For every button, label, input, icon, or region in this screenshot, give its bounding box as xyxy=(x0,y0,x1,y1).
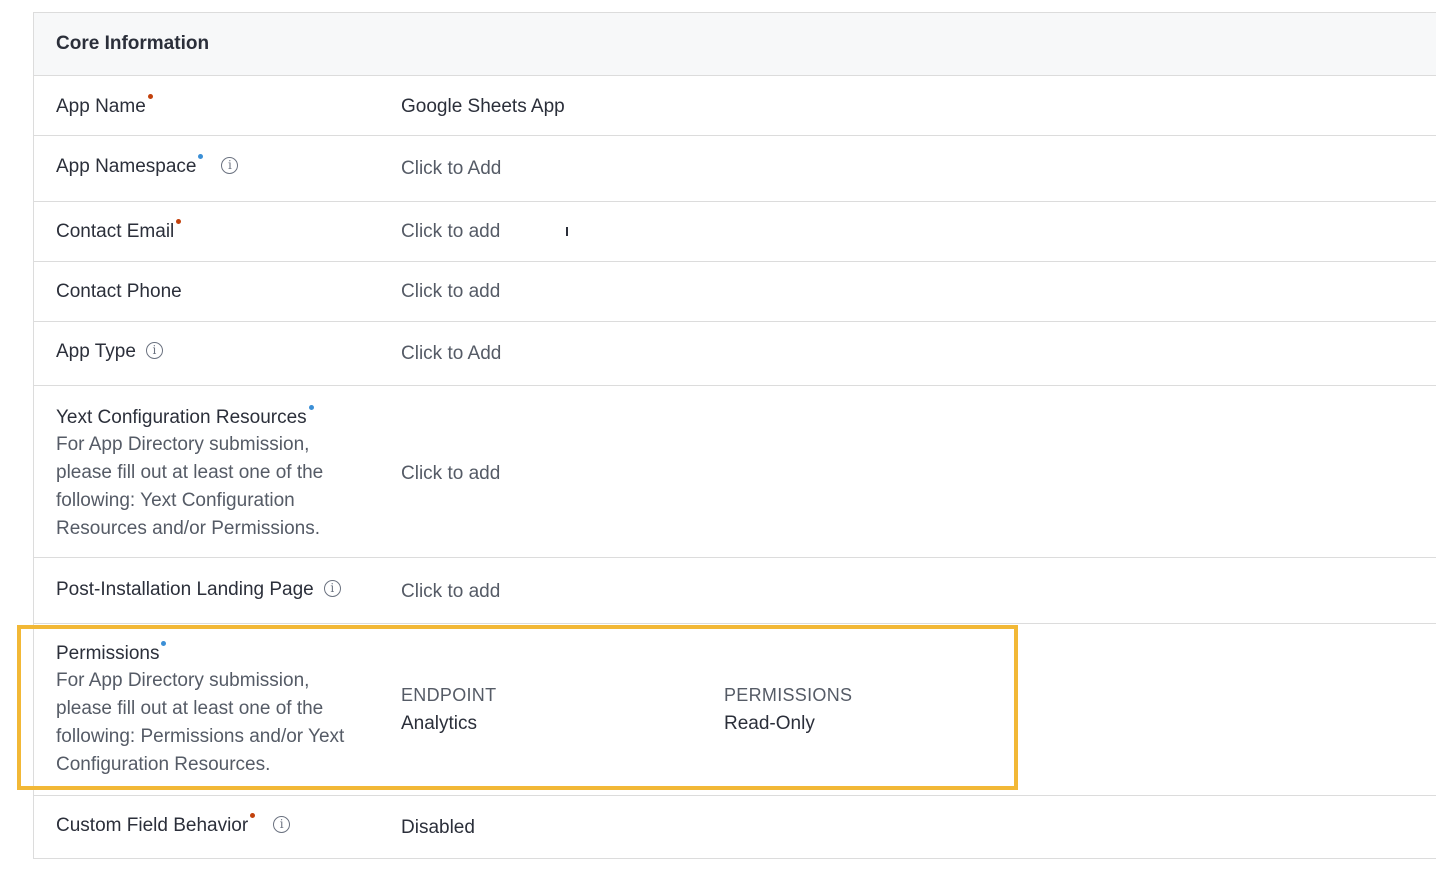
endpoint-value[interactable]: Analytics xyxy=(401,713,477,735)
info-icon[interactable]: i xyxy=(221,157,239,175)
info-icon[interactable]: i xyxy=(323,580,341,598)
row-permissions[interactable]: Permissions For App Directory submission… xyxy=(34,624,1436,796)
app-type-label: App Type i xyxy=(56,341,163,363)
info-icon[interactable]: i xyxy=(273,816,291,834)
app-type-value[interactable]: Click to Add xyxy=(401,343,501,365)
required-marker xyxy=(176,219,182,224)
row-app-namespace[interactable]: App Namespace i Click to Add xyxy=(34,136,1436,202)
required-marker xyxy=(147,94,153,99)
row-yext-configuration-resources[interactable]: Yext Configuration Resources For App Dir… xyxy=(34,386,1436,558)
landing-page-label: Post-Installation Landing Page i xyxy=(56,579,341,601)
row-app-type[interactable]: App Type i Click to Add xyxy=(34,322,1436,386)
row-post-installation-landing-page[interactable]: Post-Installation Landing Page i Click to… xyxy=(34,558,1436,624)
permission-value[interactable]: Read-Only xyxy=(724,713,815,735)
section-title: Core Information xyxy=(56,33,210,54)
yext-config-description: For App Directory submission, please fil… xyxy=(56,434,324,539)
row-contact-email[interactable]: Contact Email Click to add xyxy=(34,202,1436,262)
row-contact-phone[interactable]: Contact Phone Click to add xyxy=(34,262,1436,322)
info-icon[interactable]: i xyxy=(145,342,163,360)
required-marker xyxy=(250,813,256,818)
app-name-label: App Name xyxy=(56,94,153,118)
endpoint-column-header: ENDPOINT xyxy=(401,685,497,705)
contact-email-label: Contact Email xyxy=(56,219,182,243)
custom-field-label: Custom Field Behavior i xyxy=(56,813,291,837)
app-namespace-value[interactable]: Click to Add xyxy=(401,158,501,180)
yext-config-value[interactable]: Click to add xyxy=(401,463,500,485)
optional-marker xyxy=(308,405,314,410)
row-app-name[interactable]: App Name Google Sheets App xyxy=(34,76,1436,136)
custom-field-value[interactable]: Disabled xyxy=(401,817,475,839)
app-namespace-label: App Namespace i xyxy=(56,154,239,178)
core-information-panel: Core Information App Name Google Sheets … xyxy=(33,12,1436,859)
section-header: Core Information xyxy=(34,13,1436,76)
optional-marker xyxy=(161,641,167,646)
permissions-column-header: PERMISSIONS xyxy=(724,685,853,705)
contact-phone-value[interactable]: Click to add xyxy=(401,281,500,303)
app-name-value[interactable]: Google Sheets App xyxy=(401,96,565,118)
optional-marker xyxy=(198,154,204,159)
text-cursor xyxy=(566,227,569,237)
contact-phone-label: Contact Phone xyxy=(56,281,182,302)
yext-config-label: Yext Configuration Resources xyxy=(56,405,314,429)
permissions-label: Permissions xyxy=(56,641,167,665)
contact-email-value[interactable]: Click to add xyxy=(401,221,569,243)
permissions-description: For App Directory submission, please fil… xyxy=(56,670,345,775)
landing-page-value[interactable]: Click to add xyxy=(401,581,500,603)
row-custom-field-behavior[interactable]: Custom Field Behavior i Disabled xyxy=(34,796,1436,860)
